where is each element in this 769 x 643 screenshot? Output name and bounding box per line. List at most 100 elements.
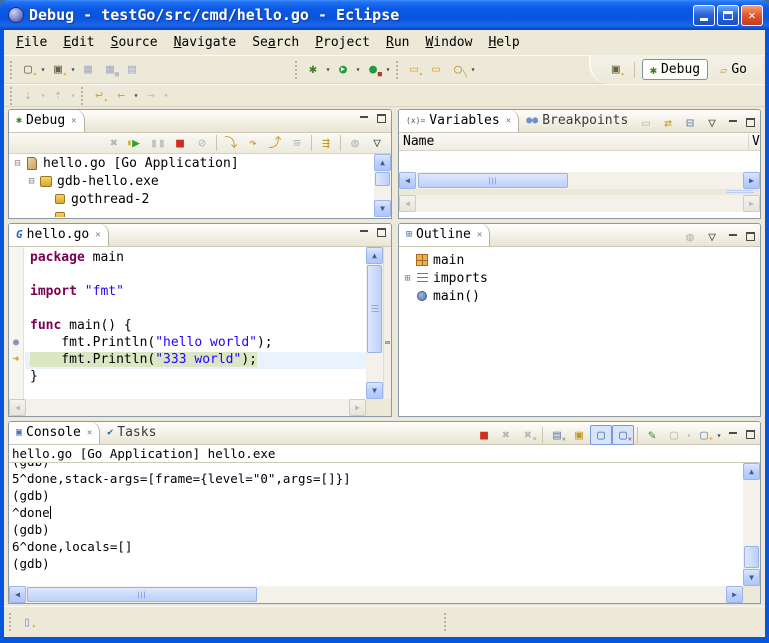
close-icon[interactable]: ✕	[87, 428, 92, 438]
scroll-down-icon[interactable]: ▼	[743, 569, 760, 586]
debug-vscrollbar[interactable]: ▲ ▼	[374, 154, 391, 217]
new-type-wizard-icon[interactable]: ▣✦	[47, 60, 69, 80]
menu-window[interactable]: Window	[417, 32, 480, 53]
code-line[interactable]	[25, 301, 366, 318]
resume-icon[interactable]: ▶▮	[125, 133, 147, 153]
expander-minus-icon[interactable]: ⊟	[11, 158, 24, 169]
tab-tasks[interactable]: ✔ Tasks	[100, 421, 163, 444]
code-line[interactable]: package main	[25, 250, 366, 267]
code-area[interactable]: package mainimport "fmt"func main() { fm…	[25, 247, 366, 399]
show-on-stdout-icon[interactable]: ▢	[590, 425, 612, 445]
minimize-view-icon[interactable]	[357, 113, 371, 126]
last-edit-location-icon[interactable]: ↩✦	[88, 86, 110, 106]
code-line[interactable]: fmt.Println("hello world");	[25, 335, 366, 352]
debug-vscroll-thumb[interactable]	[375, 172, 390, 186]
editor-vscrollbar[interactable]: ▲ ▼	[366, 247, 383, 399]
minimize-button[interactable]	[693, 5, 715, 26]
close-icon[interactable]: ✕	[71, 116, 76, 126]
variables-hscroll-thumb[interactable]	[418, 173, 568, 188]
tree-item[interactable]: main	[399, 251, 760, 269]
editor-overview-ruler[interactable]	[383, 247, 391, 399]
variables-table-header[interactable]: Name V	[399, 133, 760, 151]
tree-item[interactable]: ⊟gdb-hello.exe	[9, 172, 374, 190]
perspective-debug-button[interactable]: ✱Debug	[642, 59, 708, 80]
minimize-view-icon[interactable]	[726, 429, 740, 442]
menu-file[interactable]: File	[8, 32, 55, 53]
close-icon[interactable]: ✕	[95, 230, 100, 240]
close-icon[interactable]: ✕	[506, 116, 511, 126]
console-output[interactable]: (gdb)5^done,stack-args=[frame={level="0"…	[9, 463, 743, 586]
perspective-go-button[interactable]: ▱Go	[712, 59, 755, 80]
step-over-icon[interactable]: ↷	[242, 133, 264, 153]
maximize-view-icon[interactable]	[743, 429, 757, 442]
back-icon[interactable]: ←	[110, 86, 132, 106]
tab-debug[interactable]: ✱ Debug ✕	[9, 109, 85, 132]
minimize-view-icon[interactable]	[726, 117, 740, 130]
scroll-right-icon[interactable]: ▶	[743, 172, 760, 189]
close-button[interactable]: ✕	[741, 5, 763, 26]
view-menu-chevron-icon[interactable]: ▽	[701, 113, 723, 133]
breakpoint-icon[interactable]: ●	[10, 335, 22, 350]
code-line[interactable]: }	[25, 369, 366, 386]
column-value[interactable]: V	[748, 134, 760, 149]
console-vscrollbar[interactable]: ▲ ▼	[743, 463, 760, 586]
tree-item[interactable]: gothread-2	[9, 190, 374, 208]
terminate-icon[interactable]: ■	[169, 133, 191, 153]
editor-marker-ruler[interactable]: ●➜	[9, 247, 24, 399]
maximize-view-icon[interactable]	[374, 113, 388, 126]
menu-navigate[interactable]: Navigate	[166, 32, 245, 53]
tab-console[interactable]: ▣ Console ✕	[9, 421, 100, 444]
launch-shortcut-icon[interactable]: ▯✦	[16, 612, 38, 632]
pin-console-icon[interactable]: ✎	[641, 425, 663, 445]
step-into-icon[interactable]: ⤵	[220, 133, 242, 153]
code-line[interactable]: import "fmt"	[25, 284, 366, 301]
variables-hscrollbar[interactable]: ◀ ▶	[399, 172, 760, 189]
view-menu-chevron-icon[interactable]: ▽	[366, 133, 388, 153]
open-resource-icon[interactable]: ▭	[425, 60, 447, 80]
variables-table-body[interactable]	[399, 151, 760, 172]
new-wizard-icon[interactable]: ▢✦	[17, 60, 39, 80]
run-icon[interactable]: ●▶	[332, 60, 354, 80]
use-step-filters-icon[interactable]: ⇶	[315, 133, 337, 153]
open-console-dropdown-icon[interactable]: ▾	[715, 431, 723, 440]
scroll-right-icon[interactable]: ▶	[726, 586, 743, 603]
show-logical-structure-icon[interactable]: ⇄	[657, 113, 679, 133]
open-task-icon[interactable]: ▭✦	[403, 60, 425, 80]
tree-item[interactable]	[9, 208, 374, 217]
scroll-lock-icon[interactable]: ▣	[568, 425, 590, 445]
terminate-icon[interactable]: ■	[473, 425, 495, 445]
view-menu-chevron-icon[interactable]: ▽	[701, 227, 723, 247]
title-bar[interactable]: Debug - testGo/src/cmd/hello.go - Eclips…	[0, 0, 769, 30]
menu-search[interactable]: Search	[244, 32, 307, 53]
menu-run[interactable]: Run	[378, 32, 417, 53]
collapse-all-icon[interactable]: ⊟	[679, 113, 701, 133]
tab-hello-go[interactable]: G hello.go ✕	[9, 223, 109, 246]
debug-icon[interactable]: ✱	[302, 60, 324, 80]
menu-help[interactable]: Help	[480, 32, 527, 53]
open-perspective-icon[interactable]: ▣✦	[605, 60, 627, 80]
menu-project[interactable]: Project	[307, 32, 378, 53]
scroll-down-icon[interactable]: ▼	[366, 382, 383, 399]
scroll-up-icon[interactable]: ▲	[374, 154, 391, 171]
minimize-view-icon[interactable]	[726, 231, 740, 244]
scroll-down-icon[interactable]: ▼	[374, 200, 391, 217]
new-wizard-dropdown-icon[interactable]: ▾	[39, 65, 47, 74]
maximize-view-icon[interactable]	[374, 227, 388, 240]
run-dropdown-icon[interactable]: ▾	[354, 65, 362, 74]
maximize-view-icon[interactable]	[743, 117, 757, 130]
maximize-view-icon[interactable]	[743, 231, 757, 244]
code-line[interactable]: fmt.Println("333 world");	[25, 352, 366, 369]
tree-item[interactable]: ⊟hello.go [Go Application]	[9, 154, 374, 172]
debug-tree[interactable]: ⊟hello.go [Go Application]⊟gdb-hello.exe…	[9, 154, 391, 217]
step-return-icon[interactable]: ⤴	[264, 133, 286, 153]
scroll-left-icon[interactable]: ◀	[399, 172, 416, 189]
editor-vscroll-thumb[interactable]	[367, 265, 382, 353]
open-console-icon[interactable]: ▢+	[693, 425, 715, 445]
run-external-tools-dropdown-icon[interactable]: ▾	[384, 65, 392, 74]
console-vscroll-thumb[interactable]	[744, 546, 759, 568]
back-dropdown-icon[interactable]: ▾	[132, 91, 140, 100]
code-line[interactable]	[25, 267, 366, 284]
expander-minus-icon[interactable]: ⊟	[25, 176, 38, 187]
outline-tree[interactable]: main⊞importsmain()	[399, 247, 760, 416]
console-hscrollbar[interactable]: ◀ ▶	[9, 586, 743, 603]
